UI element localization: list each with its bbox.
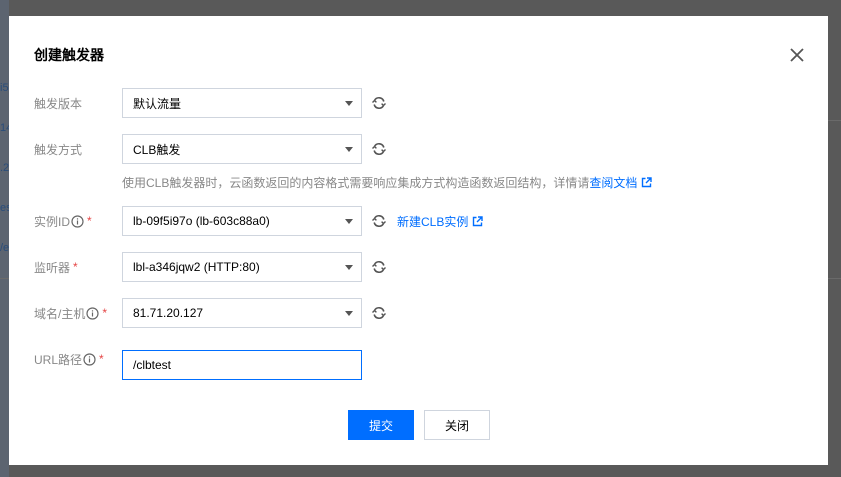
chevron-down-icon bbox=[345, 219, 353, 224]
background-fragment: /e bbox=[0, 242, 9, 254]
chevron-down-icon bbox=[345, 101, 353, 106]
background-divider bbox=[828, 120, 841, 121]
trigger-method-label: 触发方式 bbox=[34, 142, 83, 157]
url-path-input[interactable] bbox=[122, 350, 362, 380]
required-mark: * bbox=[99, 352, 104, 366]
trigger-method-value: CLB触发 bbox=[133, 142, 181, 157]
background-fragment: .2 bbox=[0, 162, 9, 174]
domain-select[interactable]: 81.71.20.127 bbox=[122, 298, 362, 328]
listener-select[interactable]: lbl-a346jqw2 (HTTP:80) bbox=[122, 252, 362, 282]
background-divider bbox=[0, 278, 9, 279]
refresh-icon[interactable] bbox=[371, 259, 387, 275]
background-divider bbox=[828, 278, 841, 279]
chevron-down-icon bbox=[345, 265, 353, 270]
trigger-version-label: 触发版本 bbox=[34, 96, 83, 111]
required-mark: * bbox=[87, 214, 92, 228]
new-clb-instance-link[interactable]: 新建CLB实例 bbox=[397, 213, 484, 230]
view-docs-link[interactable]: 查阅文档 bbox=[589, 174, 653, 191]
background-sidebar bbox=[0, 0, 9, 477]
domain-value: 81.71.20.127 bbox=[133, 306, 204, 320]
required-mark: * bbox=[102, 306, 108, 320]
required-mark: * bbox=[73, 260, 78, 274]
dialog-title: 创建触发器 bbox=[34, 47, 104, 63]
clb-hint: 使用CLB触发器时，云函数返回的内容格式需要响应集成方式构造函数返回结构，详情请… bbox=[122, 174, 653, 191]
external-link-icon bbox=[473, 216, 484, 227]
url-path-label: URL路径 * bbox=[34, 352, 104, 367]
trigger-version-value: 默认流量 bbox=[133, 96, 182, 111]
external-link-icon bbox=[642, 177, 653, 188]
chevron-down-icon bbox=[345, 147, 353, 152]
domain-label: 域名/主机 * bbox=[34, 306, 108, 321]
info-icon[interactable] bbox=[83, 352, 96, 366]
info-icon[interactable] bbox=[86, 306, 99, 320]
instance-id-value: lb-09f5i97o (lb-603c88a0) bbox=[133, 214, 270, 228]
close-icon[interactable] bbox=[788, 46, 806, 64]
listener-value: lbl-a346jqw2 (HTTP:80) bbox=[133, 260, 260, 274]
refresh-icon[interactable] bbox=[371, 305, 387, 321]
trigger-method-select[interactable]: CLB触发 bbox=[122, 134, 362, 164]
info-icon[interactable] bbox=[71, 214, 84, 228]
create-trigger-dialog: 创建触发器 触发版本 默认流量 触发方式 CLB触发 使用CLB触发器时，云函数… bbox=[9, 16, 828, 465]
background-fragment: es bbox=[0, 202, 9, 214]
refresh-icon[interactable] bbox=[371, 213, 387, 229]
close-button[interactable]: 关闭 bbox=[424, 410, 490, 440]
refresh-icon[interactable] bbox=[371, 141, 387, 157]
instance-id-label: 实例ID * bbox=[34, 214, 92, 229]
background-fragment: 14 bbox=[0, 122, 9, 134]
hint-text: 使用CLB触发器时，云函数返回的内容格式需要响应集成方式构造函数返回结构，详情请 bbox=[122, 176, 590, 190]
refresh-icon[interactable] bbox=[371, 95, 387, 111]
instance-id-select[interactable]: lb-09f5i97o (lb-603c88a0) bbox=[122, 206, 362, 236]
background-fragment: i5 bbox=[0, 82, 9, 94]
listener-label: 监听器 * bbox=[34, 260, 78, 275]
trigger-version-select[interactable]: 默认流量 bbox=[122, 88, 362, 118]
chevron-down-icon bbox=[345, 311, 353, 316]
submit-button[interactable]: 提交 bbox=[348, 410, 414, 440]
